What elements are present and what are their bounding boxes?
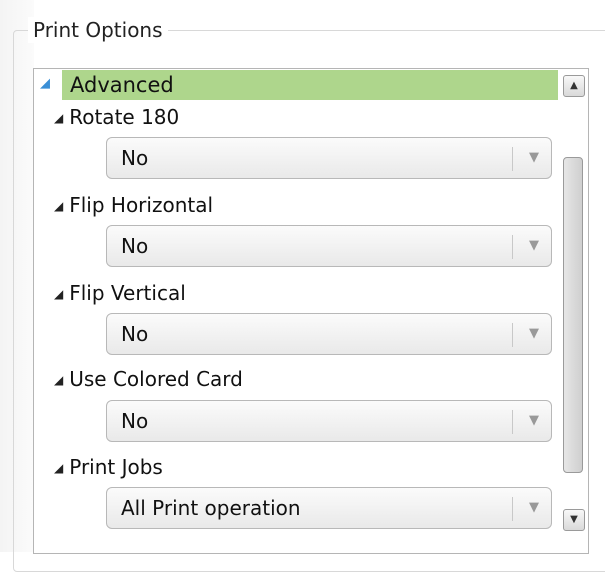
dropdown-separator [512, 410, 513, 434]
property-label: Flip Vertical [69, 281, 186, 305]
rotate-180-dropdown[interactable]: No ▼ [106, 137, 552, 179]
arrow-down-icon: ▼ [570, 514, 578, 525]
dropdown-value: No [121, 146, 149, 170]
property-label: Flip Horizontal [69, 193, 214, 217]
category-header-advanced[interactable]: ◢ Advanced [34, 70, 558, 100]
chevron-down-icon[interactable]: ▼ [529, 409, 539, 433]
property-use-colored-card[interactable]: ◢ Use Colored Card [54, 365, 243, 393]
chevron-down-icon[interactable]: ▼ [529, 496, 539, 520]
dropdown-value: All Print operation [121, 496, 301, 520]
property-flip-vertical[interactable]: ◢ Flip Vertical [54, 279, 186, 307]
dropdown-separator [512, 147, 513, 171]
collapse-triangle-icon[interactable]: ◢ [54, 104, 63, 132]
arrow-up-icon: ▲ [570, 80, 578, 91]
vertical-scrollbar[interactable]: ▲ ▼ [561, 69, 587, 553]
property-print-jobs[interactable]: ◢ Print Jobs [54, 453, 163, 481]
chevron-down-icon[interactable]: ▼ [529, 322, 539, 346]
collapse-triangle-icon[interactable]: ◢ [54, 454, 63, 482]
groupbox-title: Print Options [28, 17, 168, 43]
chevron-down-icon[interactable]: ▼ [529, 146, 539, 170]
scrollbar-thumb[interactable] [563, 157, 583, 473]
property-label: Rotate 180 [69, 105, 180, 129]
expand-triangle-icon[interactable]: ◢ [40, 76, 50, 91]
property-grid: ◢ Advanced ◢ Rotate 180 No ▼ ◢ Flip Horizo… [33, 68, 589, 554]
dropdown-value: No [121, 234, 149, 258]
collapse-triangle-icon[interactable]: ◢ [54, 192, 63, 220]
dropdown-separator [512, 235, 513, 259]
dropdown-value: No [121, 409, 149, 433]
print-jobs-dropdown[interactable]: All Print operation ▼ [106, 487, 552, 529]
flip-horizontal-dropdown[interactable]: No ▼ [106, 225, 552, 267]
property-label: Print Jobs [69, 455, 163, 479]
dropdown-separator [512, 497, 513, 521]
scroll-down-button[interactable]: ▼ [563, 509, 585, 531]
property-label: Use Colored Card [69, 367, 243, 391]
use-colored-card-dropdown[interactable]: No ▼ [106, 400, 552, 442]
property-rotate-180[interactable]: ◢ Rotate 180 [54, 103, 179, 131]
dropdown-separator [512, 323, 513, 347]
collapse-triangle-icon[interactable]: ◢ [54, 280, 63, 308]
flip-vertical-dropdown[interactable]: No ▼ [106, 313, 552, 355]
collapse-triangle-icon[interactable]: ◢ [54, 366, 63, 394]
dropdown-value: No [121, 322, 149, 346]
scroll-up-button[interactable]: ▲ [563, 75, 585, 97]
property-flip-horizontal[interactable]: ◢ Flip Horizontal [54, 191, 213, 219]
category-label: Advanced [70, 73, 174, 97]
chevron-down-icon[interactable]: ▼ [529, 234, 539, 258]
